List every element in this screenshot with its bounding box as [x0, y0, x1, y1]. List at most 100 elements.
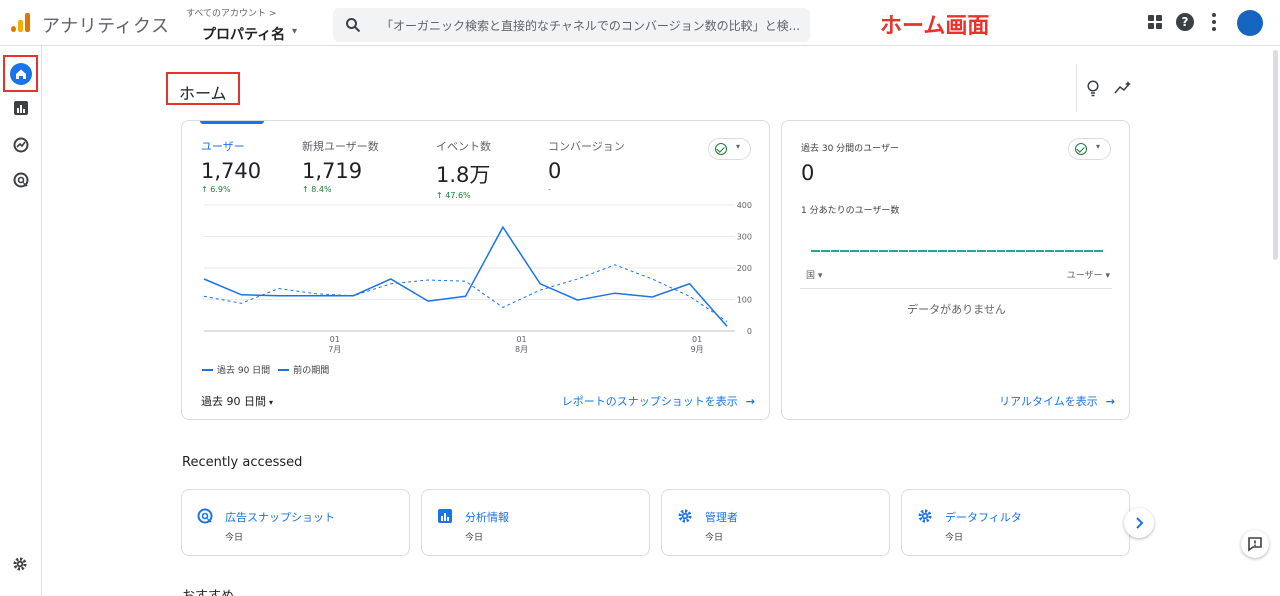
- minute-bar: [1055, 250, 1064, 252]
- current-period-line: [203, 225, 728, 327]
- recent-item-name: 管理者: [705, 511, 738, 524]
- nav-home[interactable]: [3, 55, 38, 92]
- recommended-heading: おすすめ: [182, 585, 234, 596]
- minute-bar: [1006, 250, 1016, 252]
- x-tick-month: 8月: [515, 345, 528, 354]
- chart-legend: 過去 90 日間 前の期間: [202, 363, 329, 376]
- property-caret-icon[interactable]: ▾: [292, 26, 297, 37]
- realtime-value: 0: [801, 161, 815, 185]
- minute-bar: [1094, 250, 1103, 252]
- home-icon: [10, 63, 32, 85]
- minute-bar: [1035, 250, 1045, 252]
- feedback-icon: [1248, 537, 1262, 552]
- minute-bar: [1016, 250, 1025, 252]
- x-tick-day: 01: [330, 335, 340, 344]
- page-title: ホーム: [166, 72, 240, 105]
- explore-icon[interactable]: [13, 137, 29, 153]
- chevron-right-icon: [1136, 517, 1144, 529]
- app-title[interactable]: アナリティクス: [42, 12, 170, 38]
- y-tick-label: 400: [737, 201, 752, 210]
- minute-bar: [967, 250, 977, 252]
- legend-current-label: 過去 90 日間: [217, 366, 271, 376]
- filter-gear-icon: [918, 509, 932, 523]
- minute-bar: [986, 250, 996, 252]
- trend-sparkle-icon[interactable]: [1114, 80, 1132, 96]
- analytics-logo[interactable]: [10, 12, 32, 32]
- realtime-status-button[interactable]: ▾: [1068, 138, 1111, 160]
- caret-down-icon: ▾: [1096, 142, 1101, 151]
- recent-item-name: 広告スナップショット: [225, 511, 335, 524]
- minute-bar: [840, 250, 850, 252]
- settings-gear-icon[interactable]: [12, 556, 28, 572]
- minute-bar: [977, 250, 986, 252]
- legend-dashed-swatch: [278, 368, 290, 371]
- screen-annotation-label: ホーム画面: [880, 14, 990, 39]
- recent-item-name: 分析情報: [465, 511, 509, 524]
- minute-bar: [889, 250, 898, 252]
- realtime-card: 過去 30 分間のユーザー 0 ▾ 1 分あたりのユーザー数 国 ▾ ユーザー …: [781, 120, 1130, 420]
- y-tick-label: 200: [737, 264, 752, 273]
- advertising-icon: [197, 508, 213, 524]
- recently-accessed-heading: Recently accessed: [182, 455, 303, 470]
- minute-bar: [1064, 250, 1074, 252]
- apps-grid-icon[interactable]: [1148, 15, 1162, 29]
- carousel-next-button[interactable]: [1124, 508, 1154, 538]
- recent-item-ad-snapshot[interactable]: 広告スナップショット 今日: [181, 489, 410, 556]
- help-icon[interactable]: ?: [1176, 13, 1194, 31]
- x-tick-month: 7月: [328, 345, 341, 354]
- account-breadcrumb[interactable]: すべてのアカウント >: [186, 6, 276, 19]
- recent-item-name: データフィルタ: [945, 511, 1022, 524]
- left-nav-rail: [0, 46, 42, 596]
- table-divider: [800, 288, 1112, 289]
- legend-solid-swatch: [202, 368, 213, 371]
- search-input[interactable]: 「オーガニック検索と直接的なチャネルでのコンバージョン数の比較」と検...: [381, 17, 800, 34]
- admin-gear-icon: [678, 509, 692, 523]
- recent-item-admin[interactable]: 管理者 今日: [661, 489, 890, 556]
- no-data-message: データがありません: [907, 303, 1006, 316]
- page-scrollbar[interactable]: [1273, 50, 1278, 260]
- realtime-label: 過去 30 分間のユーザー: [801, 144, 899, 154]
- insights-lightbulb-icon[interactable]: [1086, 80, 1100, 98]
- per-minute-bars: [811, 250, 1103, 252]
- minute-bar: [1074, 250, 1084, 252]
- recent-item-insights[interactable]: 分析情報 今日: [421, 489, 650, 556]
- users-line-chart: 4003002001000017月018月019月: [203, 201, 752, 354]
- account-avatar[interactable]: [1237, 10, 1263, 36]
- recent-item-date: 今日: [705, 533, 724, 543]
- minute-bar: [918, 250, 928, 252]
- date-range-label: 過去 90 日間: [201, 395, 266, 408]
- check-circle-icon: [1075, 143, 1087, 155]
- minute-bar: [830, 250, 840, 252]
- search-bar[interactable]: 「オーガニック検索と直接的なチャネルでのコンバージョン数の比較」と検...: [333, 8, 810, 42]
- feedback-button[interactable]: [1241, 530, 1269, 558]
- x-tick-day: 01: [692, 335, 702, 344]
- advertising-icon[interactable]: [13, 172, 29, 188]
- view-realtime-link[interactable]: リアルタイムを表示 →: [999, 393, 1115, 409]
- view-snapshot-link[interactable]: レポートのスナップショットを表示 →: [562, 393, 755, 409]
- date-range-select[interactable]: 過去 90 日間 ▾: [201, 393, 273, 409]
- minute-bar: [1045, 250, 1055, 252]
- top-bar: アナリティクス すべてのアカウント > プロパティ名 ▾ 「オーガニック検索と直…: [0, 0, 1280, 46]
- x-tick-month: 9月: [691, 345, 704, 354]
- recent-item-data-filter[interactable]: データフィルタ 今日: [901, 489, 1130, 556]
- minute-bar: [850, 250, 859, 252]
- minute-bar: [869, 250, 879, 252]
- reports-icon[interactable]: [13, 100, 29, 116]
- x-tick-day: 01: [516, 335, 526, 344]
- header-divider: [1076, 64, 1077, 112]
- insights-icon: [438, 509, 452, 523]
- property-selector[interactable]: プロパティ名: [202, 24, 285, 44]
- recent-item-date: 今日: [465, 533, 484, 543]
- country-column-header[interactable]: 国 ▾: [806, 268, 822, 281]
- realtime-sub-label: 1 分あたりのユーザー数: [801, 206, 900, 216]
- recent-item-date: 今日: [225, 533, 244, 543]
- arrow-right-icon: →: [745, 395, 755, 408]
- users-column-header[interactable]: ユーザー ▾: [1067, 268, 1110, 281]
- minute-bar: [937, 250, 947, 252]
- more-vert-icon[interactable]: [1212, 11, 1216, 33]
- caret-down-icon: ▾: [269, 398, 274, 407]
- minute-bar: [928, 250, 937, 252]
- minute-bar: [859, 250, 869, 252]
- minute-bar: [1025, 250, 1035, 252]
- summary-card: ユーザー 1,740 ↑ 6.9% 新規ユーザー数 1,719 ↑ 8.4% イ…: [181, 120, 770, 420]
